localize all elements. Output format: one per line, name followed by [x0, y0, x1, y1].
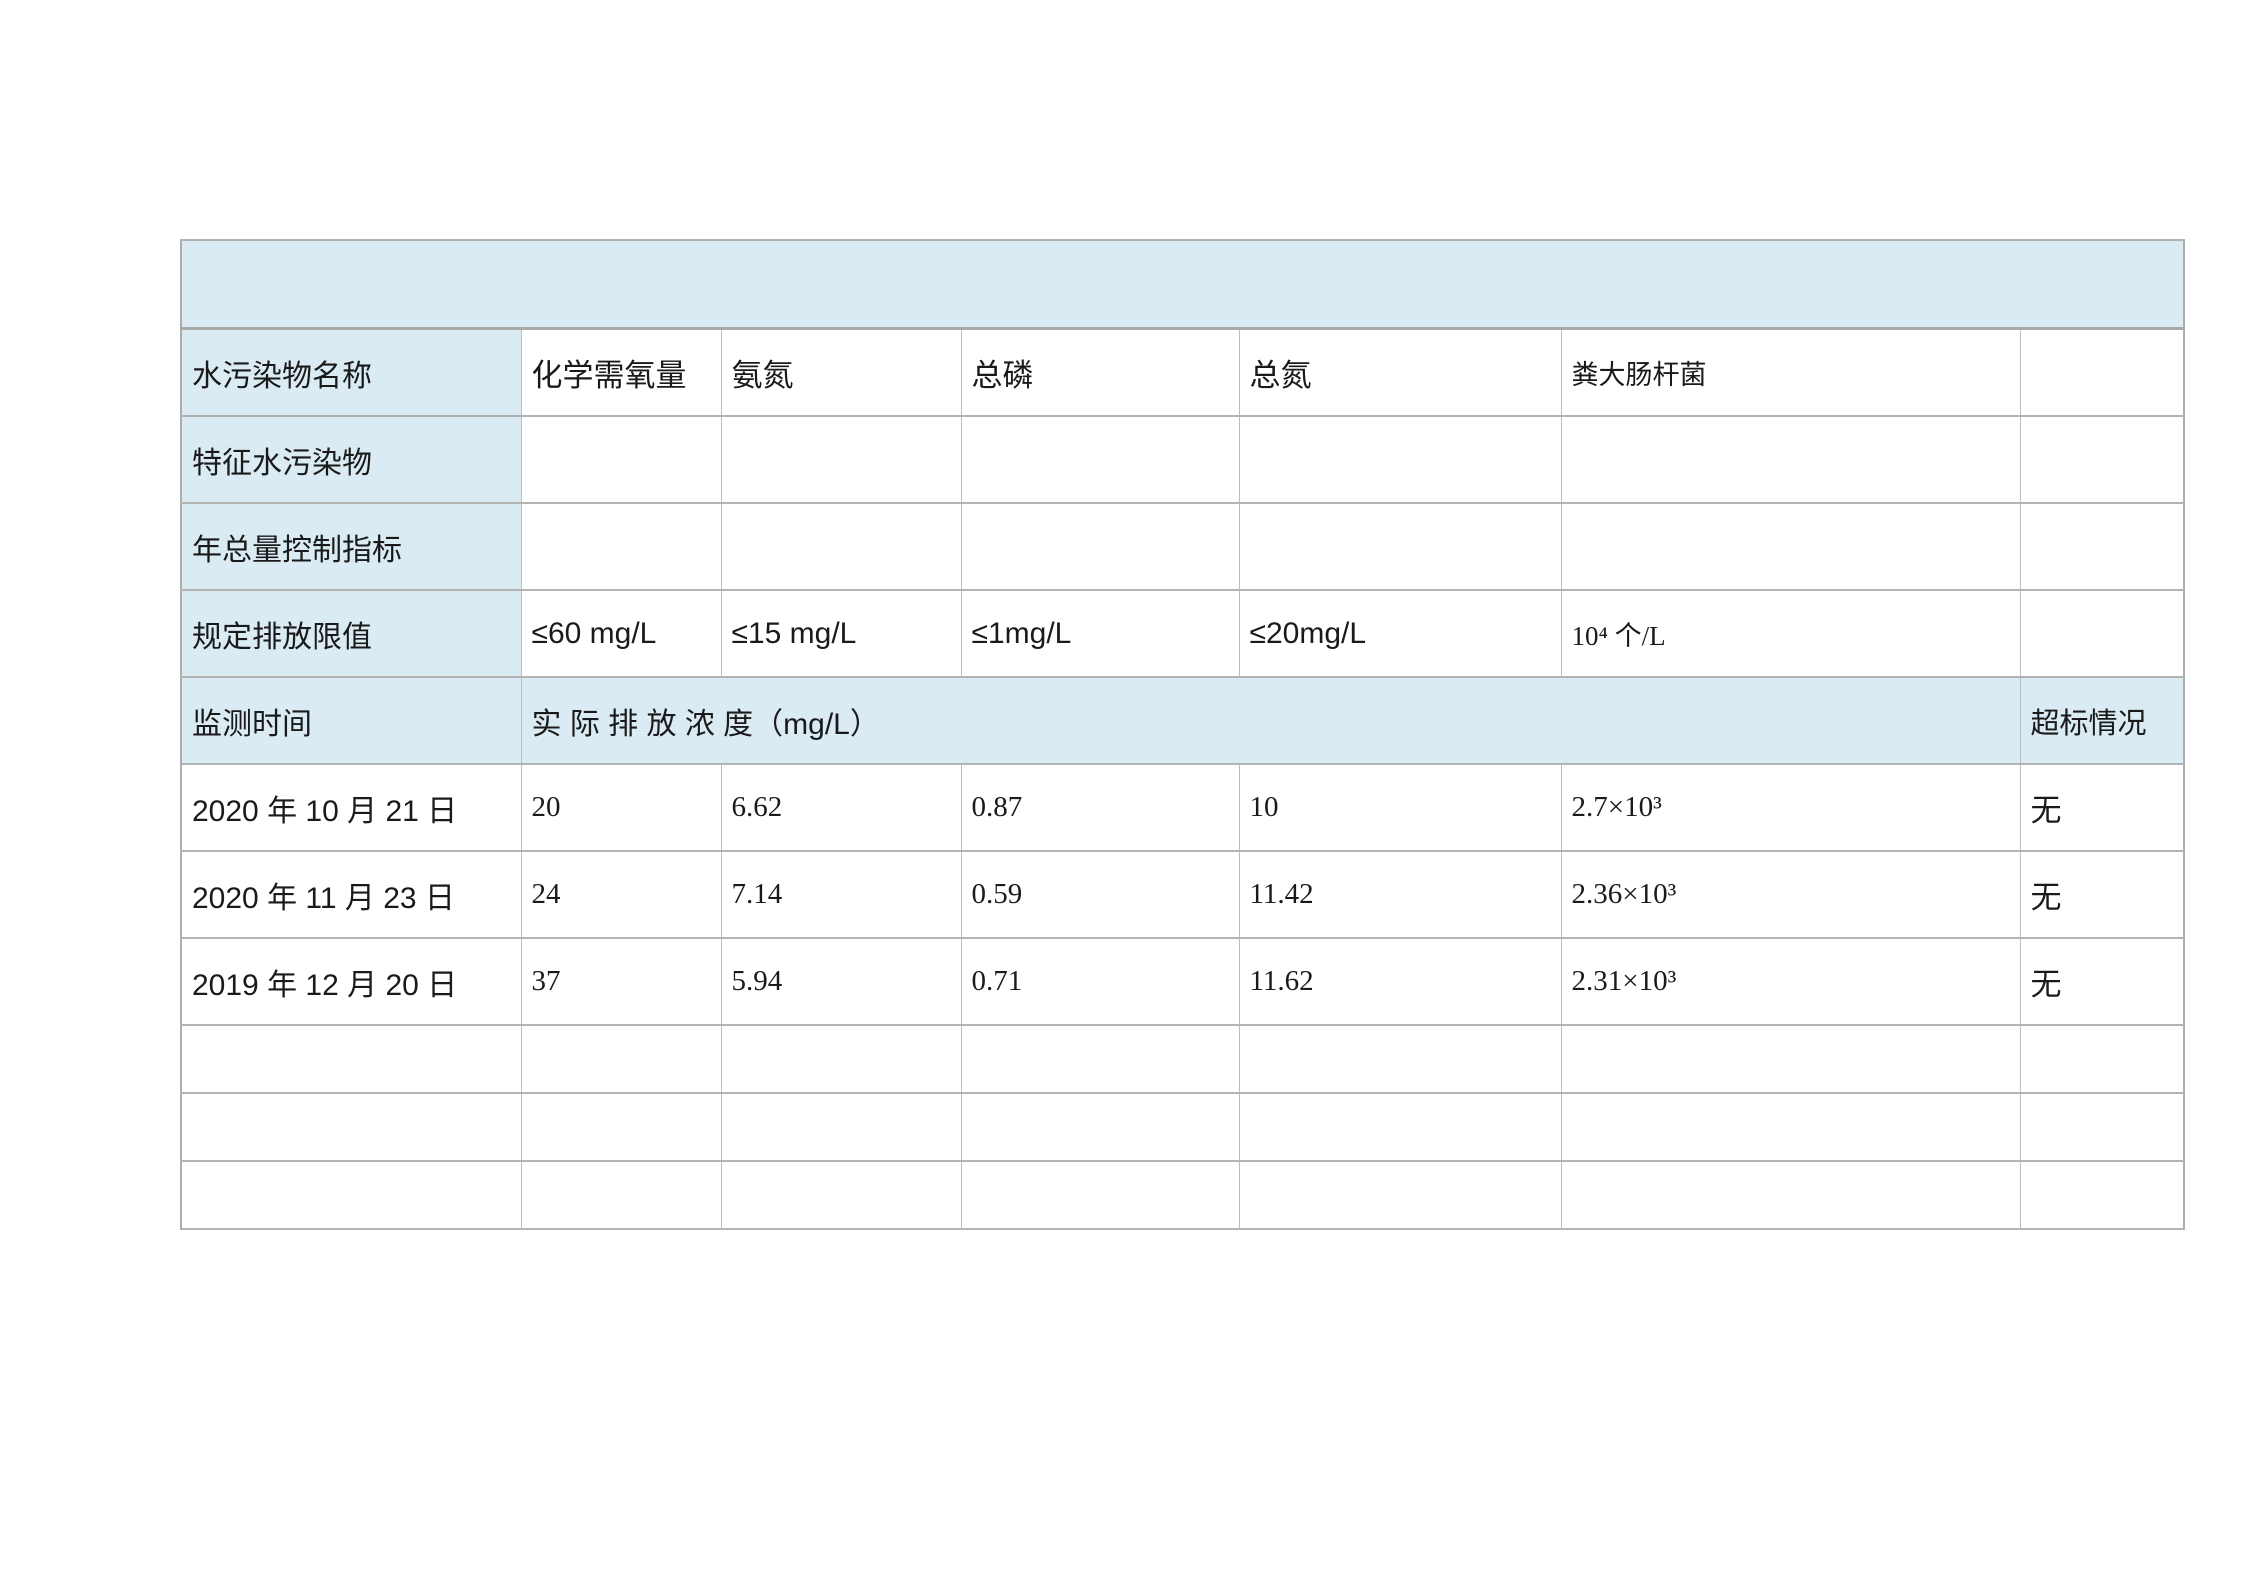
limit-cell-cod: ≤60 mg/L	[521, 590, 721, 677]
empty-cell	[961, 1025, 1239, 1093]
empty-cell	[1561, 416, 2020, 503]
characteristic-pollutant-row: 特征水污染物	[181, 416, 2184, 503]
empty-cell	[2020, 416, 2184, 503]
monitoring-report-table-container: 水污染物名称 化学需氧量 氨氮 总磷 总氮 粪大肠杆菌 特征水污染物 年总量控制…	[180, 239, 2183, 1230]
empty-cell	[521, 1025, 721, 1093]
empty-table-row	[181, 1161, 2184, 1229]
value-ammonia: 6.62	[721, 764, 961, 851]
value-ammonia: 5.94	[721, 938, 961, 1025]
empty-cell	[721, 1161, 961, 1229]
empty-cell	[721, 503, 961, 590]
table-row: 2019 年 12 月 20 日 37 5.94 0.71 11.62 2.31…	[181, 938, 2184, 1025]
empty-cell	[961, 1093, 1239, 1161]
empty-cell	[2020, 1161, 2184, 1229]
actual-concentration-header: 实 际 排 放 浓 度（mg/L）	[521, 677, 2020, 764]
value-cod: 37	[521, 938, 721, 1025]
value-total-phosphorus: 0.87	[961, 764, 1239, 851]
row-label-annual-total: 年总量控制指标	[181, 503, 521, 590]
empty-cell	[1239, 1161, 1561, 1229]
empty-cell	[521, 416, 721, 503]
table-top-band	[181, 240, 2184, 329]
empty-cell	[2020, 1025, 2184, 1093]
limit-cell-fecal-coliform: 10⁴ 个/L	[1561, 590, 2020, 677]
header-cell-empty	[2020, 329, 2184, 417]
annual-total-control-row: 年总量控制指标	[181, 503, 2184, 590]
empty-cell	[1561, 1025, 2020, 1093]
empty-cell	[1239, 1093, 1561, 1161]
monitor-header-row: 监测时间 实 际 排 放 浓 度（mg/L） 超标情况	[181, 677, 2184, 764]
empty-cell	[1561, 1093, 2020, 1161]
empty-cell	[961, 1161, 1239, 1229]
empty-cell	[181, 1161, 521, 1229]
limit-cell-ammonia: ≤15 mg/L	[721, 590, 961, 677]
empty-cell	[2020, 1093, 2184, 1161]
empty-cell	[181, 1093, 521, 1161]
monitor-date: 2020 年 11 月 23 日	[181, 851, 521, 938]
empty-cell	[521, 1161, 721, 1229]
empty-cell	[721, 1025, 961, 1093]
header-cell-total-nitrogen: 总氮	[1239, 329, 1561, 417]
empty-cell	[2020, 590, 2184, 677]
limit-cell-total-nitrogen: ≤20mg/L	[1239, 590, 1561, 677]
water-pollutant-monitoring-table: 水污染物名称 化学需氧量 氨氮 总磷 总氮 粪大肠杆菌 特征水污染物 年总量控制…	[180, 239, 2185, 1230]
value-fecal-coliform: 2.7×10³	[1561, 764, 2020, 851]
row-label-pollutant-name: 水污染物名称	[181, 329, 521, 417]
value-ammonia: 7.14	[721, 851, 961, 938]
empty-cell	[961, 503, 1239, 590]
monitor-date: 2019 年 12 月 20 日	[181, 938, 521, 1025]
empty-cell	[961, 416, 1239, 503]
empty-table-row	[181, 1025, 2184, 1093]
empty-cell	[2020, 503, 2184, 590]
empty-cell	[721, 416, 961, 503]
table-row: 2020 年 10 月 21 日 20 6.62 0.87 10 2.7×10³…	[181, 764, 2184, 851]
empty-cell	[1239, 1025, 1561, 1093]
limit-cell-total-phosphorus: ≤1mg/L	[961, 590, 1239, 677]
top-band-cell	[181, 240, 2184, 329]
empty-cell	[721, 1093, 961, 1161]
row-label-discharge-limit: 规定排放限值	[181, 590, 521, 677]
exceed-status: 无	[2020, 764, 2184, 851]
pollutant-name-row: 水污染物名称 化学需氧量 氨氮 总磷 总氮 粪大肠杆菌	[181, 329, 2184, 417]
empty-cell	[181, 1025, 521, 1093]
empty-table-row	[181, 1093, 2184, 1161]
empty-cell	[1239, 416, 1561, 503]
value-cod: 24	[521, 851, 721, 938]
value-total-phosphorus: 0.59	[961, 851, 1239, 938]
discharge-limit-row: 规定排放限值 ≤60 mg/L ≤15 mg/L ≤1mg/L ≤20mg/L …	[181, 590, 2184, 677]
exceed-status: 无	[2020, 938, 2184, 1025]
value-fecal-coliform: 2.36×10³	[1561, 851, 2020, 938]
value-cod: 20	[521, 764, 721, 851]
row-label-characteristic: 特征水污染物	[181, 416, 521, 503]
value-total-phosphorus: 0.71	[961, 938, 1239, 1025]
header-cell-cod: 化学需氧量	[521, 329, 721, 417]
row-label-monitor-time: 监测时间	[181, 677, 521, 764]
empty-cell	[521, 503, 721, 590]
empty-cell	[521, 1093, 721, 1161]
value-total-nitrogen: 11.42	[1239, 851, 1561, 938]
header-cell-total-phosphorus: 总磷	[961, 329, 1239, 417]
header-cell-ammonia: 氨氮	[721, 329, 961, 417]
value-fecal-coliform: 2.31×10³	[1561, 938, 2020, 1025]
exceed-status: 无	[2020, 851, 2184, 938]
value-total-nitrogen: 10	[1239, 764, 1561, 851]
exceed-status-header: 超标情况	[2020, 677, 2184, 764]
empty-cell	[1561, 1161, 2020, 1229]
monitor-date: 2020 年 10 月 21 日	[181, 764, 521, 851]
header-cell-fecal-coliform: 粪大肠杆菌	[1561, 329, 2020, 417]
table-row: 2020 年 11 月 23 日 24 7.14 0.59 11.42 2.36…	[181, 851, 2184, 938]
value-total-nitrogen: 11.62	[1239, 938, 1561, 1025]
empty-cell	[1239, 503, 1561, 590]
empty-cell	[1561, 503, 2020, 590]
